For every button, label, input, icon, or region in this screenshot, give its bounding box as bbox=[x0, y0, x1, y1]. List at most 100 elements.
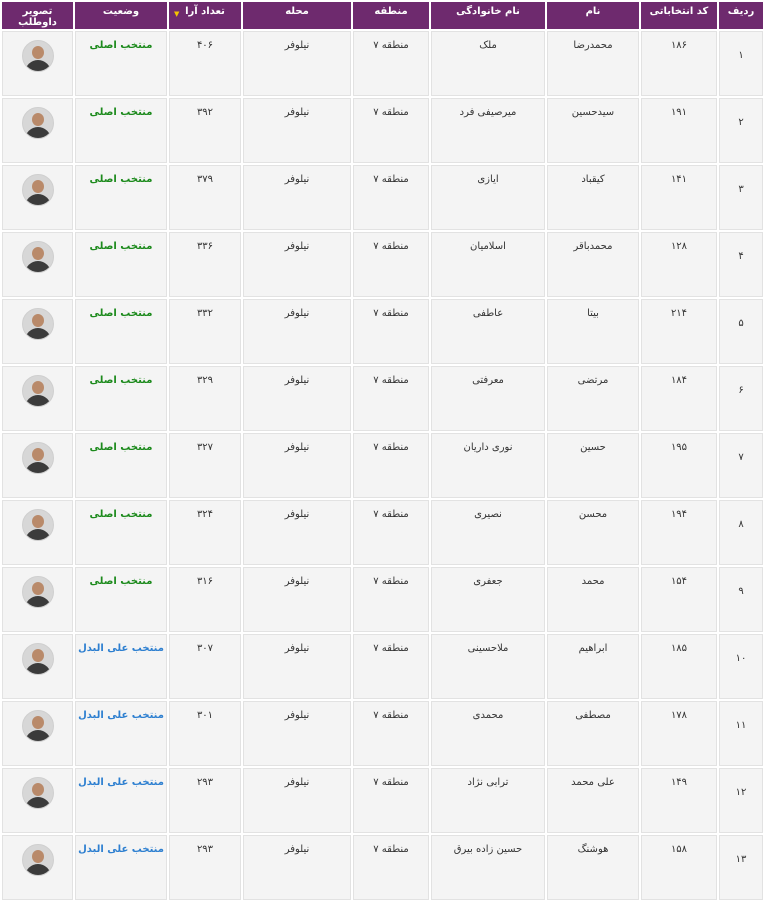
status-cell: منتخب اصلی bbox=[75, 232, 167, 297]
candidate-photo[interactable] bbox=[21, 643, 54, 675]
code-cell: ۱۸۴ bbox=[641, 366, 717, 431]
row-number-cell: ۴ bbox=[719, 232, 763, 297]
votes-cell: ۳۳۶ bbox=[169, 232, 241, 297]
table-row: ۷ ۱۹۵ حسین نوری داریان منطقه ۷ نیلوفر ۳۲۷ منتخب… bbox=[2, 433, 763, 498]
candidate-photo[interactable] bbox=[21, 107, 54, 139]
first-name-cell: محسن bbox=[547, 500, 639, 565]
votes-cell: ۳۰۱ bbox=[169, 701, 241, 766]
photo-head-shape bbox=[31, 180, 44, 193]
sort-desc-icon: ▼ bbox=[174, 10, 180, 18]
votes-cell: ۴۰۶ bbox=[169, 31, 241, 96]
photo-head-shape bbox=[31, 381, 44, 394]
header-votes[interactable]: تعداد آرا ▼ bbox=[169, 2, 241, 29]
code-cell: ۱۲۸ bbox=[641, 232, 717, 297]
last-name-cell: نوری داریان bbox=[431, 433, 545, 498]
status-cell: منتخب اصلی bbox=[75, 165, 167, 230]
votes-cell: ۲۹۳ bbox=[169, 768, 241, 833]
header-first-name[interactable]: نام bbox=[547, 2, 639, 29]
district-cell: نیلوفر bbox=[243, 232, 351, 297]
header-last-name[interactable]: نام خانوادگی bbox=[431, 2, 545, 29]
last-name-cell: ملک bbox=[431, 31, 545, 96]
table-row: ۱۰ ۱۸۵ ابراهیم ملاحسینی منطقه ۷ نیلوفر ۳۰۷ منتخ… bbox=[2, 634, 763, 699]
first-name-cell: کیقباد bbox=[547, 165, 639, 230]
district-cell: نیلوفر bbox=[243, 634, 351, 699]
candidate-photo[interactable] bbox=[21, 710, 54, 742]
candidate-photo[interactable] bbox=[21, 241, 54, 273]
photo-head-shape bbox=[31, 850, 44, 863]
district-cell: نیلوفر bbox=[243, 366, 351, 431]
table-row: ۱۲ ۱۴۹ علی محمد ترابی نژاد منطقه ۷ نیلوفر ۲۹۳ م… bbox=[2, 768, 763, 833]
header-status[interactable]: وضعیت bbox=[75, 2, 167, 29]
photo-body-shape bbox=[24, 529, 51, 540]
region-cell: منطقه ۷ bbox=[353, 835, 429, 900]
status-cell: منتخب اصلی bbox=[75, 299, 167, 364]
candidate-photo[interactable] bbox=[21, 308, 54, 340]
district-cell: نیلوفر bbox=[243, 567, 351, 632]
district-cell: نیلوفر bbox=[243, 701, 351, 766]
table-row: ۱۳ ۱۵۸ هوشنگ حسین زاده بیرق منطقه ۷ نیلوفر ۲۹۳… bbox=[2, 835, 763, 900]
header-row-number[interactable]: ردیف bbox=[719, 2, 763, 29]
last-name-cell: محمدی bbox=[431, 701, 545, 766]
photo-head-shape bbox=[31, 314, 44, 327]
candidate-photo[interactable] bbox=[21, 509, 54, 541]
header-code[interactable]: کد انتخاباتی bbox=[641, 2, 717, 29]
photo-cell bbox=[2, 634, 73, 699]
region-cell: منطقه ۷ bbox=[353, 500, 429, 565]
district-cell: نیلوفر bbox=[243, 768, 351, 833]
row-number-cell: ۹ bbox=[719, 567, 763, 632]
first-name-cell: مصطفی bbox=[547, 701, 639, 766]
row-number-cell: ۳ bbox=[719, 165, 763, 230]
first-name-cell: مرتضی bbox=[547, 366, 639, 431]
first-name-cell: سیدحسین bbox=[547, 98, 639, 163]
code-cell: ۱۴۱ bbox=[641, 165, 717, 230]
district-cell: نیلوفر bbox=[243, 98, 351, 163]
row-number-cell: ۸ bbox=[719, 500, 763, 565]
region-cell: منطقه ۷ bbox=[353, 634, 429, 699]
first-name-cell: محمدباقر bbox=[547, 232, 639, 297]
region-cell: منطقه ۷ bbox=[353, 299, 429, 364]
candidate-photo[interactable] bbox=[21, 174, 54, 206]
district-cell: نیلوفر bbox=[243, 299, 351, 364]
district-cell: نیلوفر bbox=[243, 433, 351, 498]
header-region[interactable]: منطقه bbox=[353, 2, 429, 29]
code-cell: ۲۱۴ bbox=[641, 299, 717, 364]
district-cell: نیلوفر bbox=[243, 165, 351, 230]
header-district[interactable]: محله bbox=[243, 2, 351, 29]
first-name-cell: علی محمد bbox=[547, 768, 639, 833]
region-cell: منطقه ۷ bbox=[353, 768, 429, 833]
code-cell: ۱۸۵ bbox=[641, 634, 717, 699]
table-row: ۶ ۱۸۴ مرتضی معرفتی منطقه ۷ نیلوفر ۳۲۹ منتخب اصل… bbox=[2, 366, 763, 431]
candidate-photo[interactable] bbox=[21, 40, 54, 72]
table-row: ۵ ۲۱۴ بیتا عاطفی منطقه ۷ نیلوفر ۳۳۲ منتخب اصلی bbox=[2, 299, 763, 364]
photo-head-shape bbox=[31, 783, 44, 796]
candidate-photo[interactable] bbox=[21, 844, 54, 876]
candidate-photo[interactable] bbox=[21, 375, 54, 407]
row-number-cell: ۱ bbox=[719, 31, 763, 96]
code-cell: ۱۴۹ bbox=[641, 768, 717, 833]
photo-head-shape bbox=[31, 716, 44, 729]
table-row: ۱ ۱۸۶ محمدرضا ملک منطقه ۷ نیلوفر ۴۰۶ منتخب اصلی bbox=[2, 31, 763, 96]
first-name-cell: بیتا bbox=[547, 299, 639, 364]
candidate-photo[interactable] bbox=[21, 442, 54, 474]
status-cell: منتخب علی البدل bbox=[75, 768, 167, 833]
last-name-cell: نصیری bbox=[431, 500, 545, 565]
region-cell: منطقه ۷ bbox=[353, 165, 429, 230]
table-row: ۱۱ ۱۷۸ مصطفی محمدی منطقه ۷ نیلوفر ۳۰۱ منتخب علی… bbox=[2, 701, 763, 766]
header-photo[interactable]: تصویر داوطلب bbox=[2, 2, 73, 29]
candidate-photo[interactable] bbox=[21, 777, 54, 809]
votes-cell: ۳۲۴ bbox=[169, 500, 241, 565]
photo-head-shape bbox=[31, 582, 44, 595]
last-name-cell: معرفتی bbox=[431, 366, 545, 431]
code-cell: ۱۹۱ bbox=[641, 98, 717, 163]
region-cell: منطقه ۷ bbox=[353, 366, 429, 431]
row-number-cell: ۲ bbox=[719, 98, 763, 163]
district-cell: نیلوفر bbox=[243, 835, 351, 900]
first-name-cell: حسین bbox=[547, 433, 639, 498]
photo-body-shape bbox=[24, 328, 51, 339]
table-row: ۴ ۱۲۸ محمدباقر اسلامیان منطقه ۷ نیلوفر ۳۳۶ منتخ… bbox=[2, 232, 763, 297]
photo-cell bbox=[2, 433, 73, 498]
region-cell: منطقه ۷ bbox=[353, 31, 429, 96]
votes-cell: ۳۳۲ bbox=[169, 299, 241, 364]
table-row: ۲ ۱۹۱ سیدحسین میرصیفی فرد منطقه ۷ نیلوفر ۳۹۲ من… bbox=[2, 98, 763, 163]
candidate-photo[interactable] bbox=[21, 576, 54, 608]
